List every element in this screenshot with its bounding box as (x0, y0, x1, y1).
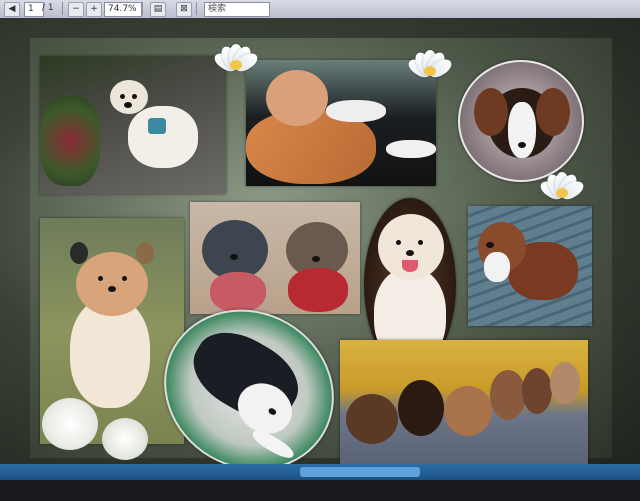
photo-brown-spaniel-deck (468, 206, 592, 326)
search-input[interactable]: 検索 (204, 2, 270, 17)
photo-white-dog-path (40, 56, 226, 194)
separator (142, 2, 143, 15)
document-view (0, 18, 640, 501)
white-rose (42, 398, 98, 450)
zoom-field[interactable]: 74.7% (104, 2, 142, 17)
lotus-flower (404, 48, 456, 92)
fit-width-icon[interactable]: ⊠ (176, 2, 192, 17)
taskbar-button[interactable] (300, 467, 420, 477)
page-number-field[interactable]: 1 (24, 2, 44, 17)
photo-row-of-dogs-flowers (340, 340, 588, 464)
back-icon[interactable]: ◀ (4, 2, 20, 17)
white-rose (102, 418, 148, 460)
lotus-flower (210, 42, 262, 86)
photo-two-dogs-red-vests (190, 202, 360, 314)
separator (196, 2, 197, 15)
taskbar (0, 464, 640, 480)
page-total: / 1 (42, 3, 54, 13)
photo-circle-dog-face (458, 60, 584, 182)
lotus-flower (536, 170, 588, 214)
zoom-out-icon[interactable]: − (68, 2, 84, 17)
separator (62, 2, 63, 15)
zoom-in-icon[interactable]: + (86, 2, 102, 17)
pet-photo-collage (30, 38, 612, 501)
fit-page-icon[interactable]: ▤ (150, 2, 166, 17)
viewer-toolbar: ◀ 1 / 1 − + 74.7% ▤ ⊠ 検索 (0, 0, 640, 19)
